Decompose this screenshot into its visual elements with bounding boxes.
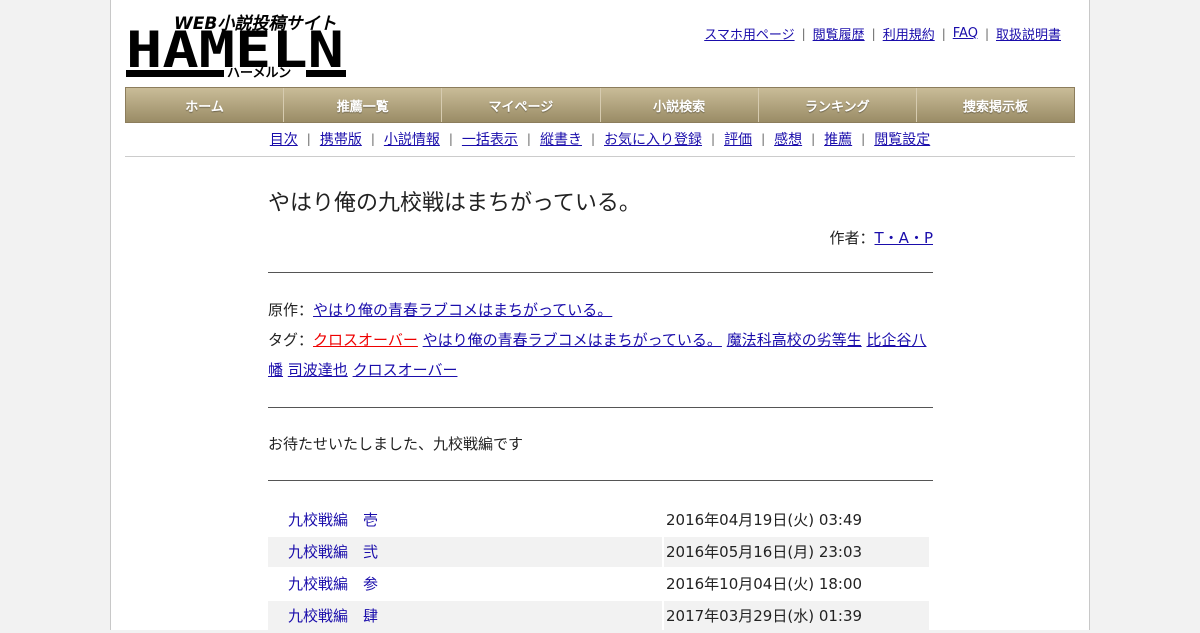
- main-nav: ホーム 推薦一覧 マイページ 小説検索 ランキング 捜索掲示板: [125, 87, 1075, 123]
- chapter-date: 2017年03月29日(水) 01:39: [664, 600, 929, 631]
- top-links: スマホ用ページ | 閲覧履歴 | 利用規約 | FAQ | 取扱説明書: [704, 24, 1061, 43]
- subnav-view-settings[interactable]: 閲覧設定: [874, 129, 930, 149]
- chapter-title-cell: 九校戦編 弐: [268, 536, 662, 567]
- nav-mypage[interactable]: マイページ: [442, 88, 601, 122]
- page-container: WEB小説投稿サイト HAMELN ハーメルン スマホ用ページ | 閲覧履歴 |…: [110, 0, 1090, 633]
- chapter-table: 九校戦編 壱 2016年04月19日(火) 03:49 九校戦編 弐 2016年…: [266, 503, 931, 633]
- original-line: 原作：やはり俺の青春ラブコメはまちがっている。: [268, 295, 933, 325]
- nav-home[interactable]: ホーム: [126, 88, 285, 122]
- faq-link[interactable]: FAQ: [953, 26, 978, 41]
- table-row: 九校戦編 弐 2016年05月16日(月) 23:03: [268, 536, 929, 567]
- novel-subnav: 目次 | 携帯版 | 小説情報 | 一括表示 | 縦書き | お気に入り登録 |…: [125, 129, 1075, 157]
- separator: |: [526, 132, 531, 146]
- table-row: 九校戦編 壱 2016年04月19日(火) 03:49: [268, 505, 929, 535]
- subnav-mobile[interactable]: 携帯版: [320, 129, 362, 149]
- chapter-link[interactable]: 九校戦編 壱: [288, 511, 378, 529]
- chapter-date: 2016年05月16日(月) 23:03: [664, 536, 929, 567]
- original-link[interactable]: やはり俺の青春ラブコメはまちがっている。: [313, 301, 612, 319]
- logo-underline-right: [306, 70, 346, 77]
- smartphone-page-link[interactable]: スマホ用ページ: [704, 24, 794, 43]
- tag-link[interactable]: 司波達也: [288, 361, 348, 379]
- subnav-recommend[interactable]: 推薦: [824, 129, 852, 149]
- chapter-title-cell: 九校戦編 肆: [268, 600, 662, 631]
- subnav-impressions[interactable]: 感想: [774, 129, 802, 149]
- divider: [268, 271, 933, 273]
- subnav-show-all[interactable]: 一括表示: [462, 129, 518, 149]
- separator: |: [984, 26, 989, 41]
- browse-history-link[interactable]: 閲覧履歴: [813, 24, 865, 43]
- nav-search-board[interactable]: 捜索掲示板: [916, 88, 1075, 122]
- separator: |: [711, 132, 716, 146]
- author-line: 作者：T・A・P: [268, 227, 934, 248]
- subnav-vertical[interactable]: 縦書き: [540, 129, 582, 149]
- chapter-link[interactable]: 九校戦編 参: [288, 575, 378, 593]
- chapter-date: 2016年04月19日(火) 03:49: [666, 511, 863, 530]
- tag-link[interactable]: クロスオーバー: [353, 361, 458, 379]
- author-link[interactable]: T・A・P: [875, 229, 933, 247]
- original-label: 原作：: [268, 300, 314, 319]
- separator: |: [801, 26, 806, 41]
- chapter-title-cell: 九校戦編 参: [268, 569, 662, 599]
- tags-line: タグ：クロスオーバー やはり俺の青春ラブコメはまちがっている。 魔法科高校の劣等…: [268, 325, 933, 385]
- divider: [268, 479, 933, 481]
- separator: |: [448, 132, 453, 146]
- novel-preface: お待たせいたしました、九校戦編です: [268, 434, 524, 453]
- manual-link[interactable]: 取扱説明書: [996, 24, 1061, 43]
- separator: |: [370, 132, 375, 146]
- tags-label: タグ：: [268, 330, 314, 349]
- tag-link[interactable]: 魔法科高校の劣等生: [727, 331, 862, 349]
- separator: |: [811, 132, 816, 146]
- logo-kana: ハーメルン: [227, 66, 291, 80]
- tag-link[interactable]: クロスオーバー: [313, 331, 418, 349]
- separator: |: [871, 26, 876, 41]
- chapter-title-cell: 九校戦編 壱: [268, 505, 662, 535]
- separator: |: [861, 132, 866, 146]
- chapter-link[interactable]: 九校戦編 弐: [288, 543, 378, 561]
- novel-title: やはり俺の九校戦はまちがっている。: [268, 191, 641, 216]
- table-row: 九校戦編 参 2016年10月04日(火) 18:00: [268, 569, 929, 599]
- subnav-rating[interactable]: 評価: [724, 129, 752, 149]
- author-label: 作者：: [829, 228, 875, 247]
- chapter-date: 2016年10月04日(火) 18:00: [666, 575, 863, 594]
- tag-link[interactable]: やはり俺の青春ラブコメはまちがっている。: [423, 331, 722, 349]
- separator: |: [761, 132, 766, 146]
- separator: |: [590, 132, 596, 146]
- novel-meta: 原作：やはり俺の青春ラブコメはまちがっている。 タグ：クロスオーバー やはり俺の…: [268, 295, 933, 385]
- nav-novel-search[interactable]: 小説検索: [600, 88, 759, 122]
- subnav-toc[interactable]: 目次: [270, 129, 298, 149]
- chapter-link[interactable]: 九校戦編 肆: [288, 607, 378, 625]
- logo-underline-left: [126, 70, 224, 77]
- nav-recommendations[interactable]: 推薦一覧: [284, 88, 443, 122]
- nav-ranking[interactable]: ランキング: [758, 88, 917, 122]
- separator: |: [306, 132, 311, 146]
- hameln-logo[interactable]: WEB小説投稿サイト HAMELN ハーメルン: [126, 10, 346, 80]
- novel-content: やはり俺の九校戦はまちがっている。 作者：T・A・P 原作：やはり俺の青春ラブコ…: [268, 190, 933, 633]
- subnav-favorite[interactable]: お気に入り登録: [604, 129, 702, 149]
- terms-link[interactable]: 利用規約: [883, 24, 935, 43]
- table-row: 九校戦編 肆 2017年03月29日(水) 01:39: [268, 600, 929, 631]
- separator: |: [941, 26, 946, 41]
- subnav-novel-info[interactable]: 小説情報: [384, 129, 440, 149]
- divider: [268, 406, 933, 408]
